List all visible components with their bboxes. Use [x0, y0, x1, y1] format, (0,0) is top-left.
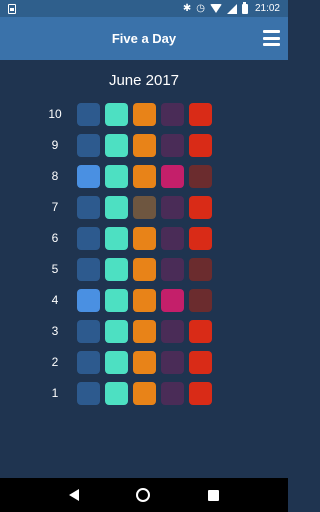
day-cell[interactable] [161, 196, 184, 219]
grid-row: 7 [0, 194, 288, 220]
back-icon[interactable] [68, 489, 79, 501]
day-cell[interactable] [77, 134, 100, 157]
day-cell[interactable] [161, 320, 184, 343]
day-cell[interactable] [189, 103, 212, 126]
grid-row: 2 [0, 349, 288, 375]
day-cell[interactable] [161, 258, 184, 281]
day-cell[interactable] [161, 289, 184, 312]
day-cell[interactable] [133, 351, 156, 374]
day-cell[interactable] [161, 165, 184, 188]
day-cell[interactable] [161, 227, 184, 250]
day-cell[interactable] [105, 165, 128, 188]
day-cell[interactable] [133, 165, 156, 188]
day-cell[interactable] [133, 103, 156, 126]
day-cell[interactable] [133, 382, 156, 405]
day-cell[interactable] [161, 134, 184, 157]
day-cell[interactable] [77, 103, 100, 126]
day-cell[interactable] [161, 103, 184, 126]
day-cell[interactable] [189, 165, 212, 188]
day-cell[interactable] [105, 320, 128, 343]
home-icon[interactable] [136, 488, 151, 502]
day-cell[interactable] [105, 351, 128, 374]
day-cell[interactable] [77, 227, 100, 250]
day-cell[interactable] [105, 382, 128, 405]
row-label: 2 [51, 355, 59, 369]
grid-row: 4 [0, 287, 288, 313]
grid-row: 10 [0, 101, 288, 127]
app-title: Five a Day [111, 31, 177, 46]
status-time: 21:02 [254, 3, 280, 14]
day-cell[interactable] [189, 382, 212, 405]
grid-row: 3 [0, 318, 288, 344]
day-cell[interactable] [133, 320, 156, 343]
day-cell[interactable] [105, 289, 128, 312]
day-cell[interactable] [161, 351, 184, 374]
row-label: 8 [51, 169, 59, 183]
day-cell[interactable] [133, 258, 156, 281]
day-cell[interactable] [77, 382, 100, 405]
day-cell[interactable] [189, 227, 212, 250]
day-cell[interactable] [77, 289, 100, 312]
day-cell[interactable] [77, 165, 100, 188]
day-cell[interactable] [77, 258, 100, 281]
signal-icon [226, 3, 237, 14]
grid-row: 6 [0, 225, 288, 251]
day-cell[interactable] [133, 289, 156, 312]
battery-icon [241, 1, 248, 14]
day-cell[interactable] [189, 196, 212, 219]
grid-row: 1 [0, 380, 288, 406]
day-cell[interactable] [161, 382, 184, 405]
day-cell[interactable] [77, 351, 100, 374]
day-cell[interactable] [133, 134, 156, 157]
day-cell[interactable] [105, 103, 128, 126]
bluetooth-icon: ✱ [182, 2, 192, 14]
grid-row: 5 [0, 256, 288, 282]
day-cell[interactable] [133, 196, 156, 219]
row-label: 10 [48, 107, 62, 121]
row-label: 5 [51, 262, 59, 276]
day-cell[interactable] [189, 351, 212, 374]
alarm-icon: ◷ [196, 2, 205, 14]
day-cell[interactable] [105, 227, 128, 250]
notification-icon [8, 3, 16, 14]
row-label: 7 [51, 200, 59, 214]
hamburger-menu-icon[interactable] [263, 28, 280, 48]
day-cell[interactable] [189, 258, 212, 281]
day-cell[interactable] [133, 227, 156, 250]
row-label: 3 [51, 324, 59, 338]
app-bar: Five a Day [0, 17, 288, 60]
row-label: 4 [51, 293, 59, 307]
day-cell[interactable] [105, 196, 128, 219]
status-bar: ✱ ◷ 21:02 [0, 0, 288, 17]
wifi-icon [209, 4, 222, 13]
day-cell[interactable] [77, 196, 100, 219]
recents-icon[interactable] [208, 489, 220, 501]
day-cell[interactable] [189, 320, 212, 343]
day-cell[interactable] [105, 134, 128, 157]
month-title: June 2017 [108, 72, 180, 89]
row-label: 6 [51, 231, 59, 245]
row-label: 9 [51, 138, 59, 152]
day-cell[interactable] [189, 134, 212, 157]
day-cell[interactable] [105, 258, 128, 281]
grid-row: 9 [0, 132, 288, 158]
day-cell[interactable] [77, 320, 100, 343]
navigation-bar [0, 478, 288, 512]
day-cell[interactable] [189, 289, 212, 312]
row-label: 1 [51, 386, 59, 400]
grid-row: 8 [0, 163, 288, 189]
